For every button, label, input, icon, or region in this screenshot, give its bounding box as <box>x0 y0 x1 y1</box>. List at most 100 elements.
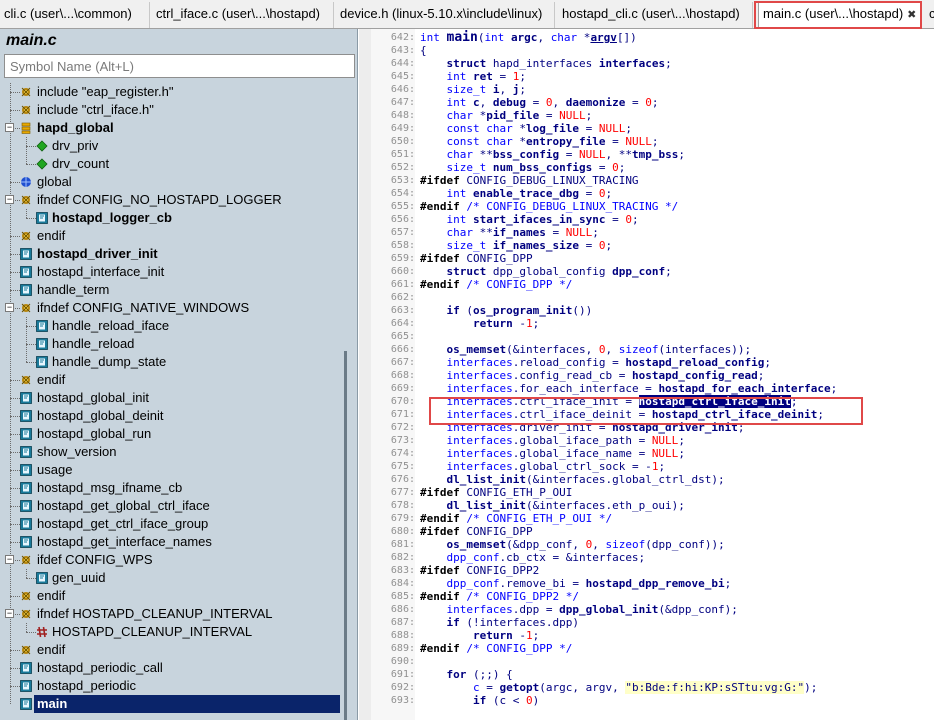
code-line[interactable]: 661: #endif /* CONFIG_DPP */ <box>359 278 934 291</box>
code-line[interactable]: 682: dpp_conf.cb_ctx = &interfaces; <box>359 551 934 564</box>
scrollbar-thumb[interactable] <box>344 351 347 720</box>
code-line[interactable]: 681: os_memset(&dpp_conf, 0, sizeof(dpp_… <box>359 538 934 551</box>
line-number: 690: <box>390 656 415 667</box>
code-line[interactable]: 687: if (!interfaces.dpp) <box>359 616 934 629</box>
code-line[interactable]: 679: #endif /* CONFIG_ETH_P_OUI */ <box>359 512 934 525</box>
code-line[interactable]: 691: for (;;) { <box>359 668 934 681</box>
code-line[interactable]: 664: return -1; <box>359 317 934 330</box>
code-line[interactable]: 665: <box>359 330 934 343</box>
code-line[interactable]: 646: size_t i, j; <box>359 83 934 96</box>
code-line[interactable]: 680: #ifdef CONFIG_DPP <box>359 525 934 538</box>
code-line[interactable]: 643: { <box>359 44 934 57</box>
code-line[interactable]: 684: dpp_conf.remove_bi = hostapd_dpp_re… <box>359 577 934 590</box>
code-line[interactable]: 675: interfaces.global_ctrl_sock = -1; <box>359 460 934 473</box>
tab-overflow[interactable]: c <box>925 2 934 28</box>
symbol-tree-item[interactable]: − hapd_global <box>0 119 340 137</box>
symbol-tree-item[interactable]: hostapd_global_deinit <box>0 407 340 425</box>
symbol-scrollbar[interactable] <box>341 83 357 720</box>
symbol-tree-item[interactable]: hostapd_global_run <box>0 425 340 443</box>
code-line[interactable]: 685: #endif /* CONFIG_DPP2 */ <box>359 590 934 603</box>
code-line[interactable]: 668: interfaces.config_read_cb = hostapd… <box>359 369 934 382</box>
code-line[interactable]: 689: #endif /* CONFIG_DPP */ <box>359 642 934 655</box>
symbol-tree-item[interactable]: main <box>34 695 340 713</box>
collapse-toggle-icon[interactable]: − <box>5 555 14 564</box>
symbol-tree-item[interactable]: endif <box>0 371 340 389</box>
code-line[interactable]: 652: size_t num_bss_configs = 0; <box>359 161 934 174</box>
code-line[interactable]: 669: interfaces.for_each_interface = hos… <box>359 382 934 395</box>
symbol-tree-item[interactable]: hostapd_get_ctrl_iface_group <box>0 515 340 533</box>
symbol-tree-item[interactable]: − ifndef CONFIG_NO_HOSTAPD_LOGGER <box>0 191 340 209</box>
symbol-tree-item[interactable]: hostapd_driver_init <box>0 245 340 263</box>
code-line[interactable]: 667: interfaces.reload_config = hostapd_… <box>359 356 934 369</box>
symbol-tree-item[interactable]: endif <box>0 587 340 605</box>
code-line[interactable]: 647: int c, debug = 0, daemonize = 0; <box>359 96 934 109</box>
code-line[interactable]: 656: int start_ifaces_in_sync = 0; <box>359 213 934 226</box>
code-line[interactable]: 649: const char *log_file = NULL; <box>359 122 934 135</box>
symbol-tree-item[interactable]: endif <box>0 227 340 245</box>
code-editor[interactable]: 642: int main(int argc, char *argv[]) 643:… <box>359 29 934 720</box>
code-line[interactable]: 650: const char *entropy_file = NULL; <box>359 135 934 148</box>
code-line[interactable]: 651: char **bss_config = NULL, **tmp_bss… <box>359 148 934 161</box>
symbol-tree-item[interactable]: hostapd_global_init <box>0 389 340 407</box>
collapse-toggle-icon[interactable]: − <box>5 303 14 312</box>
symbol-tree-item[interactable]: HOSTAPD_CLEANUP_INTERVAL <box>0 623 340 641</box>
code-line[interactable]: 642: int main(int argc, char *argv[]) <box>359 31 934 44</box>
symbol-tree-item[interactable]: − ifdef CONFIG_WPS <box>0 551 340 569</box>
symbol-tree-item[interactable]: hostapd_periodic <box>0 677 340 695</box>
code-line[interactable]: 693: if (c < 0) <box>359 694 934 707</box>
symbol-tree-item[interactable]: handle_term <box>0 281 340 299</box>
code-line[interactable]: 678: dl_list_init(&interfaces.eth_p_oui)… <box>359 499 934 512</box>
tab-device-h[interactable]: device.h (linux-5.10.x\include\linux) <box>336 2 555 28</box>
tab-hostapd-cli-c[interactable]: hostapd_cli.c (user\...\hostapd) <box>558 2 753 28</box>
symbol-tree-item[interactable]: handle_reload_iface <box>0 317 340 335</box>
symbol-tree-item[interactable]: − ifndef CONFIG_NATIVE_WINDOWS <box>0 299 340 317</box>
symbol-tree-item[interactable]: hostapd_logger_cb <box>0 209 340 227</box>
symbol-tree-item[interactable]: include "eap_register.h" <box>0 83 340 101</box>
collapse-toggle-icon[interactable]: − <box>5 123 14 132</box>
code-line[interactable]: 674: interfaces.global_iface_name = NULL… <box>359 447 934 460</box>
tab-ctrl-iface-c[interactable]: ctrl_iface.c (user\...\hostapd) <box>152 2 334 28</box>
code-line[interactable]: 645: int ret = 1; <box>359 70 934 83</box>
symbol-tree-item[interactable]: hostapd_get_global_ctrl_iface <box>0 497 340 515</box>
code-line[interactable]: 659: #ifdef CONFIG_DPP <box>359 252 934 265</box>
symbol-tree-item[interactable]: handle_reload <box>0 335 340 353</box>
symbol-tree-item[interactable]: usage <box>0 461 340 479</box>
collapse-toggle-icon[interactable]: − <box>5 609 14 618</box>
code-line[interactable]: 660: struct dpp_global_config dpp_conf; <box>359 265 934 278</box>
code-line[interactable]: 690: <box>359 655 934 668</box>
symbol-tree-item[interactable]: hostapd_get_interface_names <box>0 533 340 551</box>
symbol-tree-item[interactable]: hostapd_msg_ifname_cb <box>0 479 340 497</box>
code-line[interactable]: 653: #ifdef CONFIG_DEBUG_LINUX_TRACING <box>359 174 934 187</box>
code-line[interactable]: 644: struct hapd_interfaces interfaces; <box>359 57 934 70</box>
symbol-tree-item[interactable]: endif <box>0 641 340 659</box>
code-line[interactable]: 666: os_memset(&interfaces, 0, sizeof(in… <box>359 343 934 356</box>
symbol-tree-item[interactable]: gen_uuid <box>0 569 340 587</box>
collapse-toggle-icon[interactable]: − <box>5 195 14 204</box>
symbol-tree-item[interactable]: − ifndef HOSTAPD_CLEANUP_INTERVAL <box>0 605 340 623</box>
tab-cli-c[interactable]: cli.c (user\...\common) <box>0 2 150 28</box>
code-line[interactable]: 692: c = getopt(argc, argv, "b:Bde:f:hi:… <box>359 681 934 694</box>
code-line[interactable]: 648: char *pid_file = NULL; <box>359 109 934 122</box>
code-line[interactable]: 662: <box>359 291 934 304</box>
symbol-tree-item[interactable]: hostapd_periodic_call <box>0 659 340 677</box>
code-line[interactable]: 683: #ifdef CONFIG_DPP2 <box>359 564 934 577</box>
code-line[interactable]: 657: char **if_names = NULL; <box>359 226 934 239</box>
symbol-tree-item[interactable]: drv_priv <box>0 137 340 155</box>
code-line[interactable]: 686: interfaces.dpp = dpp_global_init(&d… <box>359 603 934 616</box>
code-line[interactable]: 677: #ifdef CONFIG_ETH_P_OUI <box>359 486 934 499</box>
symbol-tree-item[interactable]: include "ctrl_iface.h" <box>0 101 340 119</box>
symbol-tree-item[interactable]: handle_dump_state <box>0 353 340 371</box>
code-line[interactable]: 655: #endif /* CONFIG_DEBUG_LINUX_TRACING… <box>359 200 934 213</box>
code-line[interactable]: 663: if (os_program_init()) <box>359 304 934 317</box>
code-line[interactable]: 658: size_t if_names_size = 0; <box>359 239 934 252</box>
symbol-search-input[interactable] <box>4 54 355 78</box>
symbol-tree-item[interactable]: show_version <box>0 443 340 461</box>
symbol-tree-item[interactable]: drv_count <box>0 155 340 173</box>
symbol-tree-item[interactable]: hostapd_interface_init <box>0 263 340 281</box>
symbol-tree-item[interactable]: global <box>0 173 340 191</box>
code-line[interactable]: 688: return -1; <box>359 629 934 642</box>
code-line[interactable]: 673: interfaces.global_iface_path = NULL… <box>359 434 934 447</box>
code-text: interfaces.global_iface_path = NULL; <box>446 434 685 447</box>
code-line[interactable]: 676: dl_list_init(&interfaces.global_ctr… <box>359 473 934 486</box>
code-line[interactable]: 654: int enable_trace_dbg = 0; <box>359 187 934 200</box>
